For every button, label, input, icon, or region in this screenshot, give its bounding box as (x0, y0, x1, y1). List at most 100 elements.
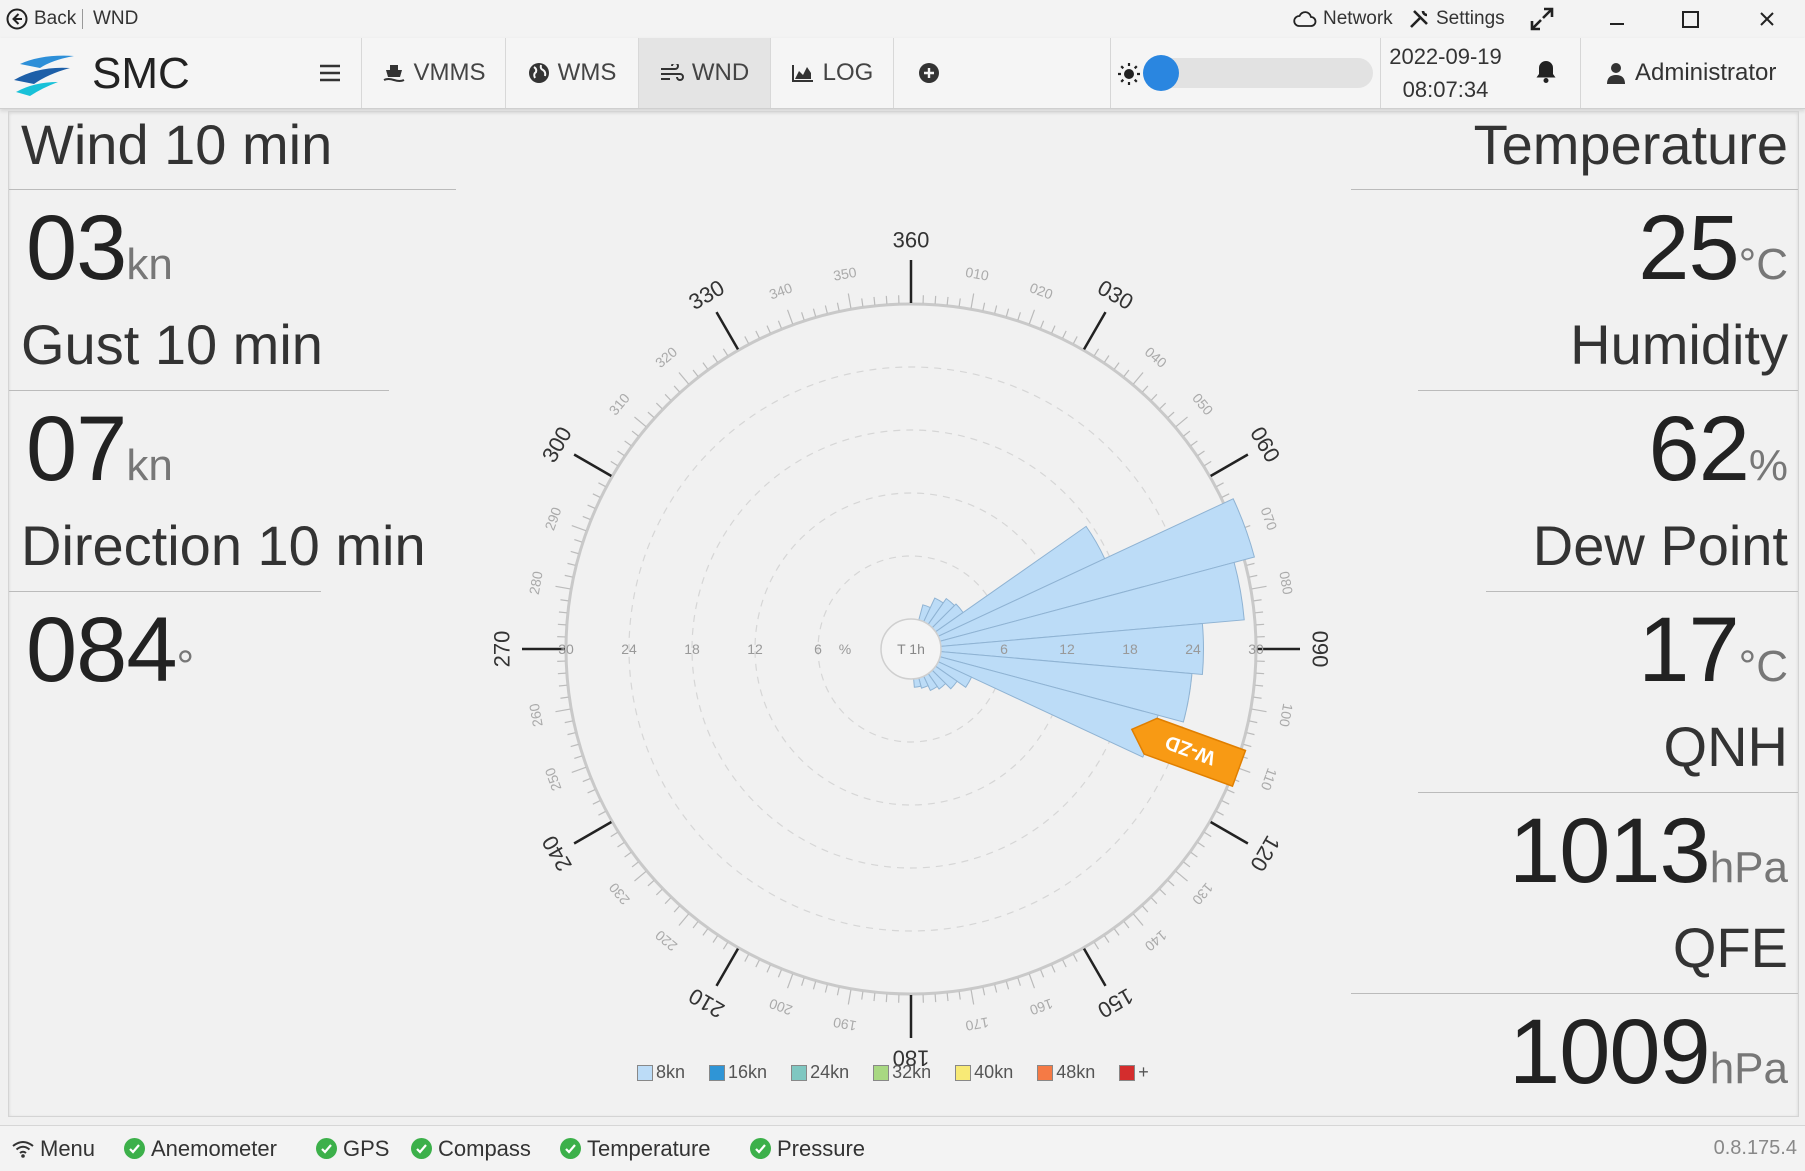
rose-minor-tick (802, 312, 804, 320)
check-circle-icon (124, 1138, 145, 1159)
rose-minor-tick (1244, 744, 1252, 746)
settings-button[interactable]: Settings (1408, 0, 1505, 38)
toolbar-separator (1380, 38, 1381, 108)
rose-minor-tick (693, 922, 698, 928)
user-menu[interactable]: Administrator (1605, 38, 1776, 108)
settings-label: Settings (1436, 0, 1505, 38)
rose-pct-label: 18 (684, 641, 700, 657)
temperature-unit: °C (1739, 240, 1788, 289)
rose-major-label: 330 (684, 275, 728, 315)
minimize-icon (1610, 23, 1624, 25)
maximize-button[interactable] (1660, 0, 1720, 38)
status-pressure: Pressure (750, 1126, 865, 1171)
legend-item: + (1119, 1062, 1149, 1083)
rose-minor-label: 010 (964, 264, 990, 284)
close-button[interactable] (1737, 0, 1797, 38)
fullscreen-button[interactable] (1512, 0, 1572, 38)
qfe-divider (1351, 993, 1798, 994)
rose-minor-tick (1073, 954, 1077, 961)
rose-minor-tick (1252, 586, 1267, 589)
rose-minor-label: 220 (652, 927, 680, 954)
legend-label: 24kn (810, 1062, 849, 1083)
smc-logo (12, 50, 82, 96)
rose-major-label: 090 (1308, 631, 1332, 668)
rose-minor-tick (656, 403, 662, 409)
rose-minor-tick (648, 881, 654, 886)
brightness-slider-handle[interactable] (1143, 55, 1179, 91)
rose-pct-label: 6 (1000, 641, 1008, 657)
rose-minor-tick (1104, 936, 1108, 943)
title-bar: Back WND Network Settings (0, 0, 1805, 39)
rose-minor-label: 230 (605, 880, 632, 908)
rose-minor-tick (848, 990, 851, 1005)
rose-minor-tick (611, 461, 618, 465)
rose-minor-tick (886, 994, 887, 1002)
wind-rose-chart: 3600300600901201501802102402703003300100… (491, 229, 1331, 1069)
tab-wms[interactable]: WMS (505, 38, 638, 108)
tab-vmms[interactable]: VMMS (361, 38, 505, 108)
tab-log[interactable]: LOG (770, 38, 893, 108)
rose-minor-tick (568, 563, 576, 565)
qfe-value: 1009hPa (1509, 1000, 1788, 1105)
rose-minor-tick (723, 349, 727, 356)
qnh-label: QNH (1664, 714, 1788, 779)
humidity-unit: % (1749, 441, 1788, 490)
legend-item: 24kn (791, 1062, 849, 1083)
rose-minor-tick (788, 974, 793, 988)
rose-minor-tick (1247, 733, 1255, 735)
rose-minor-tick (713, 936, 717, 943)
back-arrow-icon (6, 8, 28, 30)
dewpoint-divider (1486, 591, 1798, 592)
dewpoint-value: 17°C (1638, 598, 1788, 703)
rose-minor-tick (983, 987, 985, 995)
rose-minor-tick (825, 985, 827, 993)
rose-minor-tick (1249, 721, 1257, 723)
menu-button[interactable] (300, 38, 360, 108)
add-tab-button[interactable] (893, 38, 964, 108)
rose-minor-tick (995, 985, 997, 993)
status-label: Compass (438, 1136, 531, 1162)
network-label: Network (1323, 0, 1393, 38)
title-separator (82, 9, 83, 29)
check-circle-icon (316, 1138, 337, 1159)
minimize-button[interactable] (1587, 0, 1647, 38)
rose-pct-label: 24 (621, 641, 637, 657)
network-button[interactable]: Network (1293, 0, 1393, 38)
tab-wnd-label: WND (692, 59, 749, 87)
legend-item: 48kn (1037, 1062, 1095, 1083)
legend-swatch (1119, 1065, 1135, 1081)
rose-pct-label: 30 (558, 641, 574, 657)
rose-minor-tick (598, 811, 605, 815)
direction-unit: ° (177, 642, 195, 691)
rose-minor-tick (862, 992, 863, 1000)
rose-minor-tick (574, 756, 582, 758)
hamburger-icon (319, 64, 341, 82)
legend-swatch (637, 1065, 653, 1081)
tools-icon (1408, 8, 1430, 30)
brightness-slider[interactable] (1145, 58, 1373, 88)
rose-minor-tick (947, 297, 948, 305)
wind-divider (9, 189, 456, 190)
rose-minor-label: 140 (1142, 927, 1170, 954)
rose-minor-tick (778, 970, 781, 977)
rose-pct-label: 12 (747, 641, 763, 657)
qnh-value: 1013hPa (1509, 799, 1788, 904)
legend-label: + (1138, 1062, 1149, 1083)
tab-vmms-label: VMMS (414, 59, 486, 87)
rose-minor-tick (588, 505, 595, 508)
wifi-icon (12, 1140, 34, 1158)
legend-item: 8kn (637, 1062, 685, 1083)
tab-log-label: LOG (823, 59, 874, 87)
status-temperature: Temperature (560, 1126, 711, 1171)
back-button[interactable]: Back (6, 0, 76, 38)
rose-minor-tick (959, 298, 960, 306)
tab-wnd[interactable]: WND (638, 38, 770, 108)
rose-pct-label: 30 (1248, 641, 1264, 657)
rose-minor-tick (679, 372, 689, 383)
status-menu-button[interactable]: Menu (12, 1126, 95, 1171)
rose-minor-tick (1227, 790, 1234, 793)
notifications-button[interactable] (1523, 59, 1568, 89)
status-anemometer: Anemometer (124, 1126, 277, 1171)
rose-major-label: 150 (1093, 983, 1137, 1023)
rose-minor-tick (825, 306, 827, 314)
